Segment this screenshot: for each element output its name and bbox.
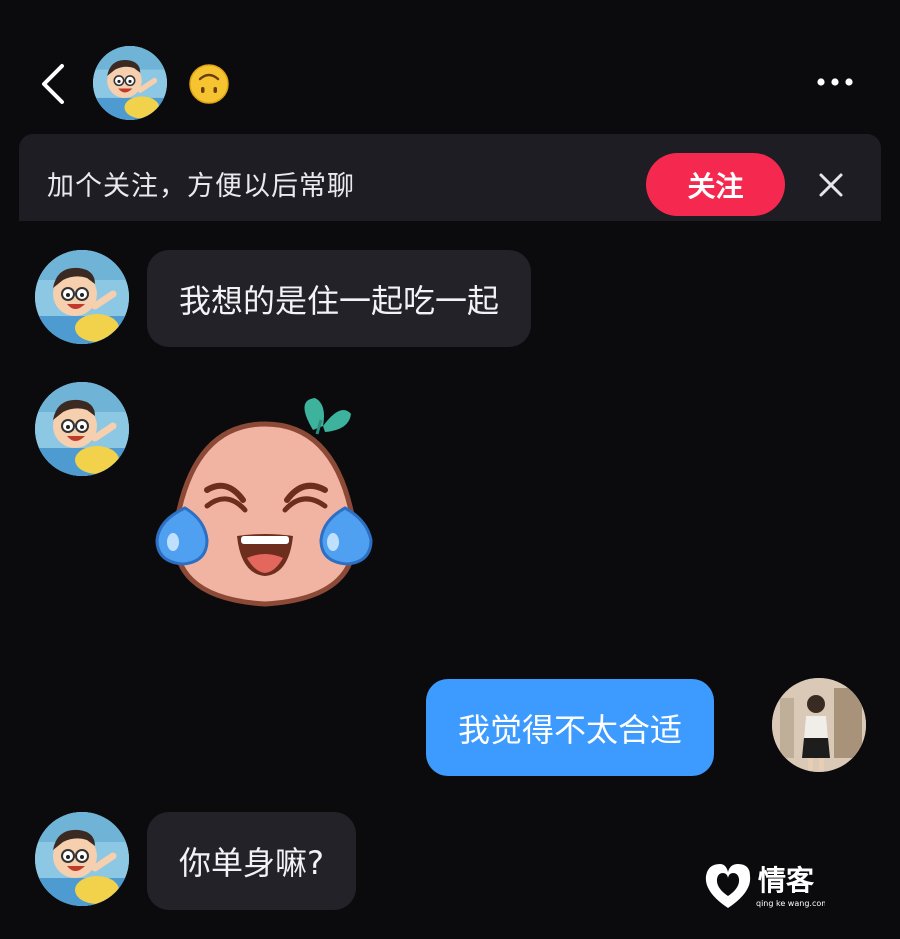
svg-text:情客: 情客 (758, 864, 815, 897)
close-banner-button[interactable] (818, 172, 844, 198)
user-photo-avatar-image (772, 678, 866, 772)
more-horizontal-icon (817, 78, 853, 86)
outgoing-message-bubble[interactable]: 我觉得不太合适 (426, 679, 715, 776)
contact-avatar-message[interactable] (35, 250, 129, 344)
upside-down-face-emoji (189, 64, 229, 104)
close-icon (819, 173, 843, 197)
crying-laughing-sticker[interactable] (145, 390, 385, 620)
follow-button[interactable]: 关注 (646, 153, 785, 216)
cartoon-boy-avatar-image (35, 812, 129, 906)
follow-suggestion-text: 加个关注，方便以后常聊 (47, 171, 355, 202)
back-button[interactable] (36, 62, 76, 106)
incoming-message-bubble[interactable]: 你单身嘛? (147, 812, 356, 910)
my-avatar[interactable] (772, 678, 866, 772)
contact-avatar-message[interactable] (35, 382, 129, 476)
cartoon-boy-avatar-image (35, 382, 129, 476)
svg-text:qing ke wang.com: qing ke wang.com (756, 899, 825, 908)
more-options-button[interactable] (815, 74, 855, 88)
cartoon-boy-avatar-image (35, 250, 129, 344)
contact-avatar-message[interactable] (35, 812, 129, 906)
watermark-logo: 情客 qing ke wang.com (700, 856, 829, 916)
contact-avatar[interactable] (93, 46, 167, 120)
cartoon-boy-avatar-image (93, 46, 167, 120)
chevron-left-icon (42, 64, 64, 104)
incoming-message-bubble[interactable]: 我想的是住一起吃一起 (147, 250, 532, 347)
